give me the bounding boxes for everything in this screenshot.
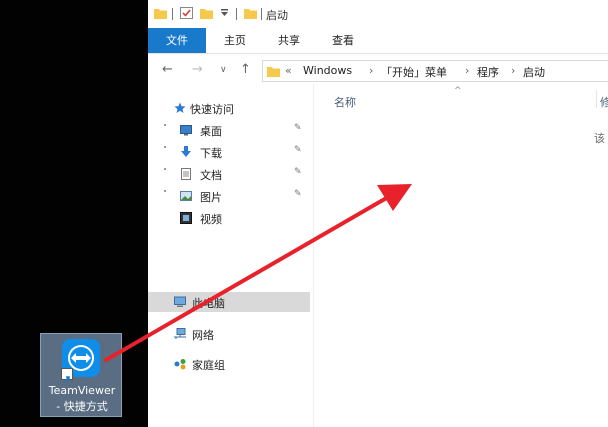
sidebar-item-label: 下载 bbox=[200, 147, 222, 160]
sidebar-item-network[interactable]: 网络 bbox=[148, 324, 310, 344]
sidebar-item-label: 文档 bbox=[200, 169, 222, 182]
sidebar-item-downloads[interactable]: 下载 ✎ bbox=[148, 142, 310, 162]
homegroup-icon bbox=[174, 359, 186, 370]
breadcrumb-separator[interactable]: › bbox=[465, 64, 469, 77]
download-icon bbox=[181, 146, 191, 157]
customize-dropdown-icon[interactable] bbox=[218, 7, 231, 19]
pin-icon[interactable]: ✎ bbox=[294, 167, 302, 177]
sidebar-item-desktop[interactable]: 桌面 ✎ bbox=[148, 120, 310, 140]
tab-share[interactable]: 共享 bbox=[266, 28, 312, 53]
sidebar-item-label: 快速访问 bbox=[190, 103, 234, 116]
column-separator[interactable] bbox=[596, 90, 597, 108]
empty-folder-message: 该 bbox=[594, 132, 605, 145]
sidebar-item-pictures[interactable]: 图片 ✎ bbox=[148, 186, 310, 206]
sidebar-item-homegroup[interactable]: 家庭组 bbox=[148, 354, 310, 374]
sort-ascending-icon: ^ bbox=[454, 86, 462, 96]
title-bar: 启动 bbox=[148, 0, 608, 28]
window-folder-icon bbox=[244, 9, 257, 19]
new-folder-icon[interactable] bbox=[200, 7, 213, 19]
pin-icon[interactable]: ✎ bbox=[294, 189, 302, 199]
toolbar-separator bbox=[172, 8, 173, 20]
tab-view[interactable]: 查看 bbox=[320, 28, 366, 53]
sidebar-item-label: 视频 bbox=[200, 213, 222, 226]
breadcrumb-windows[interactable]: Windows bbox=[303, 64, 352, 77]
breadcrumb-programs[interactable]: 程序 bbox=[477, 64, 499, 80]
sidebar-item-label: 网络 bbox=[192, 329, 214, 342]
shortcut-label-name: TeamViewer bbox=[48, 384, 116, 397]
sidebar-item-label: 家庭组 bbox=[192, 359, 225, 372]
sidebar-item-quick-access[interactable]: 快速访问 bbox=[148, 98, 310, 118]
pin-icon[interactable]: ✎ bbox=[294, 145, 302, 155]
address-field[interactable]: « Windows › 「开始」菜单 › 程序 › 启动 bbox=[262, 60, 608, 82]
videos-icon bbox=[180, 212, 192, 224]
sidebar-item-label: 图片 bbox=[200, 191, 222, 204]
recent-locations-button[interactable]: ∨ bbox=[220, 65, 227, 75]
back-button[interactable]: ← bbox=[162, 62, 173, 77]
computer-icon bbox=[174, 296, 186, 307]
column-header-date-modified[interactable]: 修 bbox=[600, 94, 608, 110]
sidebar-item-this-pc[interactable]: 此电脑 bbox=[148, 292, 310, 312]
star-icon bbox=[174, 102, 186, 113]
address-bar: ← → ∨ ↑ « Windows › 「开始」菜单 › 程序 › 启动 bbox=[148, 58, 608, 84]
sidebar-item-videos[interactable]: 视频 bbox=[148, 208, 310, 228]
up-button[interactable]: ↑ bbox=[240, 62, 251, 77]
breadcrumb-separator[interactable]: › bbox=[511, 64, 515, 77]
forward-button[interactable]: → bbox=[192, 62, 203, 77]
sidebar-item-label: 桌面 bbox=[200, 125, 222, 138]
toolbar-separator bbox=[236, 8, 237, 20]
folder-icon bbox=[267, 67, 280, 77]
breadcrumb-overflow[interactable]: « bbox=[285, 64, 292, 77]
window-title: 启动 bbox=[266, 9, 288, 22]
folder-icon[interactable] bbox=[154, 7, 167, 19]
toolbar-separator bbox=[261, 8, 262, 20]
sidebar-item-documents[interactable]: 文档 ✎ bbox=[148, 164, 310, 184]
teamviewer-shortcut[interactable]: TeamViewer - 快捷方式 bbox=[40, 333, 122, 417]
file-list[interactable]: ^ 名称 修 该 bbox=[314, 84, 608, 427]
pictures-icon bbox=[180, 191, 192, 201]
file-explorer-window: 启动 文件 主页 共享 查看 ← → ∨ ↑ « Windows › 「开始」菜… bbox=[148, 0, 608, 427]
shortcut-arrow-icon bbox=[61, 368, 73, 383]
breadcrumb-separator[interactable]: › bbox=[369, 64, 373, 77]
sidebar-item-label: 此电脑 bbox=[192, 297, 225, 310]
desktop: TeamViewer - 快捷方式 bbox=[0, 0, 148, 427]
breadcrumb-startup[interactable]: 启动 bbox=[523, 64, 545, 80]
column-header-name[interactable]: 名称 bbox=[334, 94, 356, 110]
pin-icon[interactable]: ✎ bbox=[294, 123, 302, 133]
ribbon-tabs: 文件 主页 共享 查看 bbox=[148, 28, 608, 54]
shortcut-label-suffix: - 快捷方式 bbox=[56, 400, 108, 413]
navigation-pane: 快速访问 桌面 ✎ 下载 ✎ 文档 ✎ 图片 ✎ 视频 此电脑 网络 家庭组 bbox=[148, 90, 310, 427]
properties-check-icon[interactable] bbox=[180, 7, 193, 19]
desktop-icon bbox=[180, 125, 192, 136]
tab-home[interactable]: 主页 bbox=[212, 28, 258, 53]
network-icon bbox=[174, 328, 186, 339]
breadcrumb-start-menu[interactable]: 「开始」菜单 bbox=[381, 64, 447, 80]
tab-file[interactable]: 文件 bbox=[148, 28, 206, 53]
documents-icon bbox=[181, 168, 191, 180]
